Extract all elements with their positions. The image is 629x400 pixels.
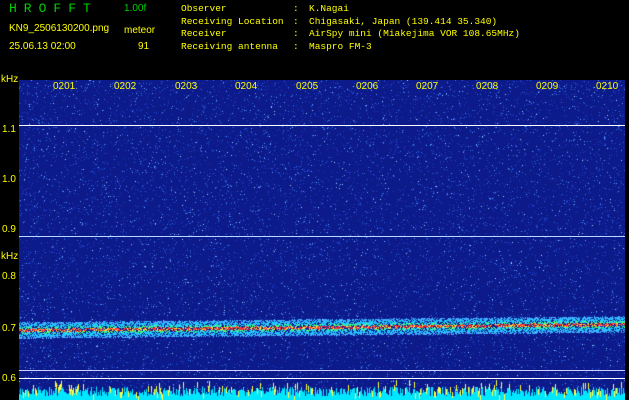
y-tick-label: 0.7 bbox=[2, 323, 16, 334]
spectrogram-plot bbox=[19, 80, 625, 400]
meteor-count: 91 bbox=[138, 41, 150, 52]
x-tick-label: 0205 bbox=[296, 81, 319, 92]
y-unit-label-mid: kHz bbox=[1, 251, 19, 262]
y-unit-label-top: kHz bbox=[1, 74, 19, 85]
reference-line bbox=[19, 378, 625, 379]
x-tick-label: 0210 bbox=[596, 81, 619, 92]
x-tick-label: 0203 bbox=[175, 81, 198, 92]
x-tick-label: 0201 bbox=[53, 81, 76, 92]
reference-line bbox=[19, 370, 625, 371]
y-tick-label: 0.8 bbox=[2, 271, 16, 282]
metadata-block: Observer: K.Nagai Receiving Location: Chig… bbox=[181, 3, 520, 53]
x-tick-label: 0204 bbox=[235, 81, 258, 92]
y-tick-label: 0.6 bbox=[2, 373, 16, 384]
datetime-label: 25.06.13 02:00 bbox=[9, 41, 76, 52]
y-tick-label: 0.9 bbox=[2, 224, 16, 235]
meta-row-receiver: Receiver: AirSpy mini (Miakejima VOR 108.… bbox=[181, 28, 520, 39]
meta-row-observer: Observer: K.Nagai bbox=[181, 3, 349, 14]
version-label: 1.00f bbox=[124, 3, 147, 14]
meta-row-antenna: Receiving antenna: Maspro FM-3 bbox=[181, 40, 372, 52]
x-tick-label: 0208 bbox=[476, 81, 499, 92]
app-title: HROFFT bbox=[9, 1, 98, 16]
x-tick-label: 0209 bbox=[536, 81, 559, 92]
header-panel: HROFFT 1.00f KN9_2506130200.png meteor 2… bbox=[0, 0, 629, 73]
y-tick-label: 1.1 bbox=[2, 124, 16, 135]
spectrogram-canvas bbox=[19, 80, 625, 400]
x-tick-label: 0202 bbox=[114, 81, 137, 92]
reference-line bbox=[19, 125, 625, 126]
x-tick-label: 0206 bbox=[356, 81, 379, 92]
meteor-label: meteor bbox=[124, 25, 156, 36]
y-tick-label: 1.0 bbox=[2, 174, 16, 185]
file-name: KN9_2506130200.png bbox=[9, 23, 110, 34]
reference-line bbox=[19, 236, 625, 237]
x-tick-label: 0207 bbox=[416, 81, 439, 92]
meta-row-location: Receiving Location: Chigasaki, Japan (139… bbox=[181, 15, 498, 27]
